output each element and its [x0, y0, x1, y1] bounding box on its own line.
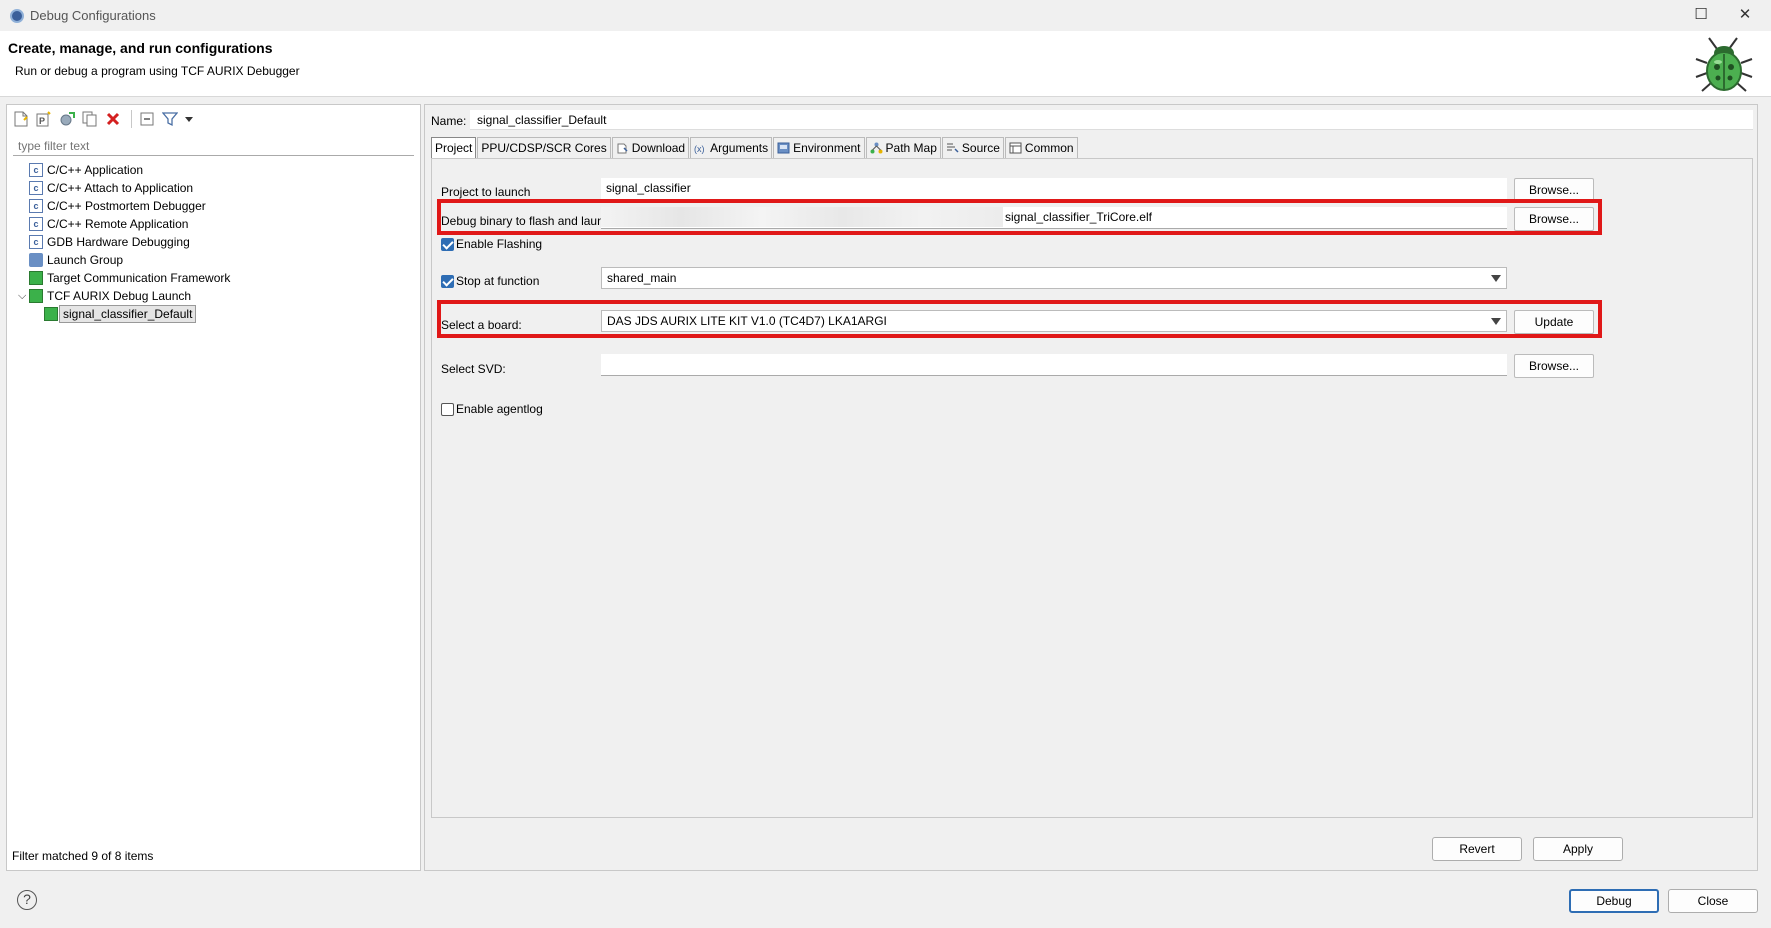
combo-arrow-icon — [1491, 318, 1501, 325]
filter-input[interactable] — [13, 136, 414, 156]
tab-cores[interactable]: PPU/CDSP/SCR Cores — [477, 137, 611, 158]
delete-button[interactable] — [103, 109, 123, 129]
export-button[interactable] — [57, 109, 77, 129]
tab-common[interactable]: Common — [1004, 137, 1078, 158]
new-file-icon — [14, 111, 28, 127]
dialog-subtitle: Run or debug a program using TCF AURIX D… — [15, 64, 300, 78]
enable-agentlog-label: Enable agentlog — [456, 402, 543, 416]
binary-label: Debug binary to flash and launch — [441, 214, 617, 228]
maximize-button[interactable]: ☐ — [1686, 5, 1716, 25]
enable-agentlog-checkbox[interactable] — [441, 403, 454, 416]
export-icon — [60, 112, 75, 126]
name-input[interactable] — [470, 110, 1753, 130]
configuration-tree-panel: P c C/C++ Application c C/C++ Attach t — [6, 104, 421, 871]
tree-item-cpp-attach[interactable]: c C/C++ Attach to Application — [7, 179, 420, 197]
board-label: Select a board: — [441, 318, 522, 332]
update-button[interactable]: Update — [1514, 310, 1594, 334]
prototype-icon: P — [36, 111, 51, 127]
c-icon: c — [29, 235, 43, 249]
duplicate-button[interactable] — [80, 109, 100, 129]
tree-item-cpp-application[interactable]: c C/C++ Application — [7, 161, 420, 179]
tree-item-gdb-hardware[interactable]: c GDB Hardware Debugging — [7, 233, 420, 251]
c-icon: c — [29, 199, 43, 213]
tab-environment[interactable]: Environment — [773, 137, 865, 158]
dropdown-arrow-icon — [185, 117, 193, 122]
stop-at-function-combo[interactable]: shared_main — [601, 267, 1507, 289]
path-map-icon — [870, 142, 883, 154]
stop-at-function-label: Stop at function — [456, 274, 540, 288]
arguments-icon: (x) — [694, 144, 705, 154]
svg-text:(x): (x) — [694, 144, 705, 154]
svd-field[interactable] — [601, 354, 1507, 376]
delete-icon — [106, 112, 120, 126]
revert-button[interactable]: Revert — [1432, 837, 1522, 861]
collapse-all-icon — [140, 112, 154, 126]
tab-project[interactable]: Project — [431, 137, 477, 158]
tree-item-cpp-postmortem[interactable]: c C/C++ Postmortem Debugger — [7, 197, 420, 215]
tree-item-tcf-aurix[interactable]: ⌵ TCF AURIX Debug Launch — [7, 287, 420, 305]
dialog-header: Create, manage, and run configurations R… — [0, 31, 1771, 97]
tree-item-launch-group[interactable]: Launch Group — [7, 251, 420, 269]
configuration-editor-panel: Name: Project PPU/CDSP/SCR Cores Downloa… — [424, 104, 1758, 871]
apply-button[interactable]: Apply — [1533, 837, 1623, 861]
c-icon: c — [29, 181, 43, 195]
svd-label: Select SVD: — [441, 362, 506, 376]
title-bar: Debug Configurations ☐ ✕ — [0, 0, 1771, 31]
tcf-icon — [44, 307, 58, 321]
project-tab-content: Project to launch signal_classifier Brow… — [431, 158, 1753, 818]
debug-button[interactable]: Debug — [1569, 889, 1659, 913]
board-combo[interactable]: DAS JDS AURIX LITE KIT V1.0 (TC4D7) LKA1… — [601, 310, 1507, 332]
dialog-title: Create, manage, and run configurations — [8, 40, 273, 56]
toolbar-separator — [131, 110, 132, 128]
enable-flashing-label: Enable Flashing — [456, 237, 543, 251]
tab-source[interactable]: Source — [941, 137, 1004, 158]
new-configuration-button[interactable] — [11, 109, 31, 129]
filter-menu-button[interactable] — [183, 109, 195, 129]
tree-toolbar: P — [11, 108, 198, 130]
tree-item-cpp-remote[interactable]: c C/C++ Remote Application — [7, 215, 420, 233]
source-icon — [946, 143, 959, 153]
new-prototype-button[interactable]: P — [34, 109, 54, 129]
close-window-button[interactable]: ✕ — [1730, 5, 1760, 25]
close-button[interactable]: Close — [1668, 889, 1758, 913]
c-icon: c — [29, 217, 43, 231]
tab-bar: Project PPU/CDSP/SCR Cores Download (x) … — [431, 137, 1079, 158]
tcf-icon — [29, 289, 43, 303]
environment-icon — [777, 142, 790, 154]
common-icon — [1009, 142, 1022, 154]
filter-icon — [162, 112, 178, 127]
name-label: Name: — [431, 114, 467, 128]
tcf-icon — [29, 271, 43, 285]
c-icon: c — [29, 163, 43, 177]
combo-arrow-icon — [1491, 275, 1501, 282]
project-field[interactable]: signal_classifier — [601, 178, 1507, 200]
bug-icon — [1695, 37, 1753, 92]
window-title: Debug Configurations — [30, 8, 156, 23]
configuration-tree: c C/C++ Application c C/C++ Attach to Ap… — [7, 161, 420, 323]
app-icon — [10, 9, 24, 23]
chevron-down-icon[interactable]: ⌵ — [18, 287, 26, 305]
redacted-path — [601, 207, 1003, 227]
download-icon — [617, 143, 628, 154]
collapse-all-button[interactable] — [137, 109, 157, 129]
tab-arguments[interactable]: (x) Arguments — [690, 137, 773, 158]
help-icon[interactable]: ? — [17, 890, 37, 910]
svg-text:P: P — [39, 116, 45, 126]
tree-item-signal-classifier[interactable]: signal_classifier_Default — [7, 305, 420, 323]
browse-binary-button[interactable]: Browse... — [1514, 207, 1594, 231]
tree-item-tcf[interactable]: Target Communication Framework — [7, 269, 420, 287]
stop-at-function-checkbox[interactable] — [441, 275, 454, 288]
tab-download[interactable]: Download — [611, 137, 690, 158]
binary-field[interactable]: signal_classifier_TriCore.elf — [601, 207, 1507, 229]
enable-flashing-checkbox[interactable] — [441, 238, 454, 251]
tab-path-map[interactable]: Path Map — [865, 137, 941, 158]
filter-status: Filter matched 9 of 8 items — [12, 849, 154, 863]
project-label: Project to launch — [441, 185, 531, 199]
browse-svd-button[interactable]: Browse... — [1514, 354, 1594, 378]
browse-project-button[interactable]: Browse... — [1514, 178, 1594, 202]
duplicate-icon — [82, 111, 97, 127]
filter-button[interactable] — [160, 109, 180, 129]
launch-group-icon — [29, 253, 43, 267]
